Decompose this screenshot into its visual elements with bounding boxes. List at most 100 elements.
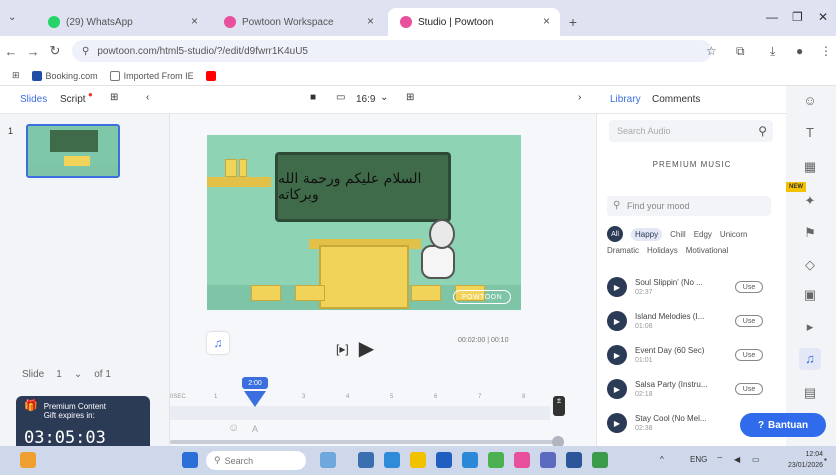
download-icon[interactable]: ⤓ — [770, 44, 775, 59]
powtoon-taskbar-icon[interactable] — [514, 452, 530, 468]
tab-library[interactable]: Library — [610, 94, 641, 105]
chip-chill[interactable]: Chill — [670, 230, 686, 239]
tab-search-chevron-icon[interactable]: ⌄ — [8, 12, 22, 26]
teams-icon[interactable] — [540, 452, 556, 468]
camera-icon[interactable]: ■ — [310, 92, 316, 103]
use-button[interactable]: Use — [735, 315, 763, 327]
collapse-left-icon[interactable]: ‹ — [146, 92, 149, 103]
play-icon[interactable]: ▶ — [607, 277, 627, 297]
apps-grid-icon[interactable]: ⊞ — [12, 70, 20, 81]
scenes-icon[interactable]: ▦ — [799, 156, 821, 178]
menu-icon[interactable]: ⋮ — [820, 44, 832, 58]
chip-happy[interactable]: Happy — [631, 227, 663, 241]
list-item[interactable]: ▶ Soul Slippin' (No ... 02:37 Use — [607, 270, 777, 304]
timeline-zoom-button[interactable]: ± — [553, 396, 565, 416]
close-icon[interactable]: × — [367, 14, 374, 28]
tab-slides[interactable]: Slides — [20, 94, 47, 105]
tab-script[interactable]: Script — [60, 94, 86, 105]
chip-edgy[interactable]: Edgy — [694, 230, 712, 239]
url-field[interactable]: ⚲ powtoon.com/html5-studio/?/edit/d9fwrr… — [72, 40, 712, 62]
list-item[interactable]: ▶ Salsa Party (Instru... 02:18 Use — [607, 372, 777, 406]
list-item[interactable]: ▶ Event Day (60 Sec) 01:01 Use — [607, 338, 777, 372]
timeline-track[interactable] — [170, 406, 550, 420]
slide-thumbnail[interactable] — [26, 124, 120, 178]
profile-avatar[interactable]: ● — [796, 44, 803, 58]
tab-comments[interactable]: Comments — [652, 94, 700, 105]
volume-icon[interactable]: ◀ — [734, 455, 740, 464]
bookmark-youtube[interactable] — [205, 70, 220, 81]
character-body[interactable] — [421, 245, 455, 279]
maximize-icon[interactable]: ❐ — [792, 10, 803, 24]
tab-whatsapp[interactable]: (29) WhatsApp × — [36, 8, 208, 36]
wifi-icon[interactable]: ⌔ — [716, 455, 724, 465]
bookshelf[interactable] — [207, 177, 271, 187]
reload-icon[interactable]: ↻ — [44, 43, 66, 59]
window-close-icon[interactable]: ✕ — [818, 10, 828, 24]
taskbar-clock[interactable]: 12:04 23/01/2026 — [788, 449, 823, 471]
extensions-icon[interactable]: ⧉ — [736, 44, 745, 59]
close-icon[interactable]: × — [543, 14, 550, 28]
close-icon[interactable]: × — [191, 14, 198, 28]
back-icon[interactable]: ← — [0, 44, 22, 59]
stool[interactable] — [295, 285, 325, 301]
play-icon[interactable]: ▶ — [607, 413, 627, 433]
new-tab-button[interactable]: + — [560, 8, 586, 36]
play-icon[interactable]: ▶ — [607, 311, 627, 331]
taskbar-search[interactable]: ⚲ Search — [206, 451, 306, 470]
task-view-icon[interactable] — [358, 452, 374, 468]
help-button[interactable]: ? Bantuan — [740, 413, 826, 437]
stool[interactable] — [251, 285, 281, 301]
windows-start-icon[interactable] — [182, 452, 198, 468]
aspect-ratio-select[interactable]: 16:9 — [356, 94, 375, 105]
chevron-down-icon[interactable]: ⌄ — [380, 92, 388, 103]
images-icon[interactable]: ▣ — [799, 284, 821, 306]
app-icon[interactable] — [592, 452, 608, 468]
forward-icon[interactable]: → — [22, 44, 44, 59]
use-button[interactable]: Use — [735, 383, 763, 395]
weather-icon[interactable] — [20, 452, 36, 468]
star-icon[interactable]: ☆ — [706, 44, 717, 58]
teacher-desk[interactable] — [319, 245, 409, 309]
play-icon[interactable]: ▶ — [607, 379, 627, 399]
tab-powtoon-workspace[interactable]: Powtoon Workspace × — [212, 8, 384, 36]
shapes-icon[interactable]: ◇ — [799, 254, 821, 276]
app-icon[interactable] — [462, 452, 478, 468]
add-slide-icon[interactable]: ⊞ — [110, 92, 118, 103]
site-info-icon[interactable]: ⚲ — [82, 46, 89, 57]
text-icon[interactable]: T — [799, 122, 821, 144]
stool[interactable] — [411, 285, 441, 301]
music-note-icon[interactable]: ♫ — [207, 332, 229, 354]
chalkboard[interactable]: السلام عليكم ورحمة الله وبركاته — [275, 152, 451, 222]
battery-icon[interactable]: ▭ — [752, 455, 760, 464]
use-button[interactable]: Use — [735, 349, 763, 361]
language-indicator[interactable]: ENG — [690, 455, 707, 464]
character-layer-icon[interactable]: ☺ — [228, 422, 239, 434]
bookmark-booking[interactable]: Booking.com — [31, 70, 98, 81]
timeline[interactable]: 0SEC 1 3 4 5 6 7 8 2:00 ± ☺ A — [170, 372, 596, 448]
chip-all[interactable]: All — [607, 226, 623, 242]
magic-icon[interactable]: ✦ — [799, 190, 821, 212]
playhead-label[interactable]: 2:00 — [242, 377, 268, 389]
grid-icon[interactable]: ⊞ — [406, 92, 414, 103]
playhead-handle[interactable] — [244, 391, 266, 407]
mood-search-input[interactable]: ⚲ Find your mood — [607, 196, 771, 216]
use-button[interactable]: Use — [735, 281, 763, 293]
list-item[interactable]: ▶ Island Melodies (I... 01:08 Use — [607, 304, 777, 338]
slide-stage[interactable]: السلام عليكم ورحمة الله وبركاته POWTOON — [207, 135, 521, 310]
props-icon[interactable]: ⚑ — [799, 222, 821, 244]
bookmark-imported[interactable]: Imported From IE — [109, 70, 194, 81]
store-icon[interactable] — [436, 452, 452, 468]
music-icon[interactable]: ♫ — [799, 348, 821, 370]
chrome-icon[interactable] — [488, 452, 504, 468]
video-icon[interactable]: ▸ — [799, 316, 821, 338]
edge-icon[interactable] — [384, 452, 400, 468]
characters-icon[interactable]: ☺ — [799, 90, 821, 112]
slide-select[interactable]: 1 — [56, 369, 62, 380]
books[interactable] — [239, 159, 247, 177]
file-explorer-icon[interactable] — [410, 452, 426, 468]
tab-studio-powtoon[interactable]: Studio | Powtoon × — [388, 8, 560, 36]
chip-holidays[interactable]: Holidays — [647, 246, 678, 255]
books[interactable] — [225, 159, 237, 177]
tray-chevron-icon[interactable]: ^ — [660, 455, 664, 464]
collapse-right-icon[interactable]: › — [578, 92, 581, 103]
